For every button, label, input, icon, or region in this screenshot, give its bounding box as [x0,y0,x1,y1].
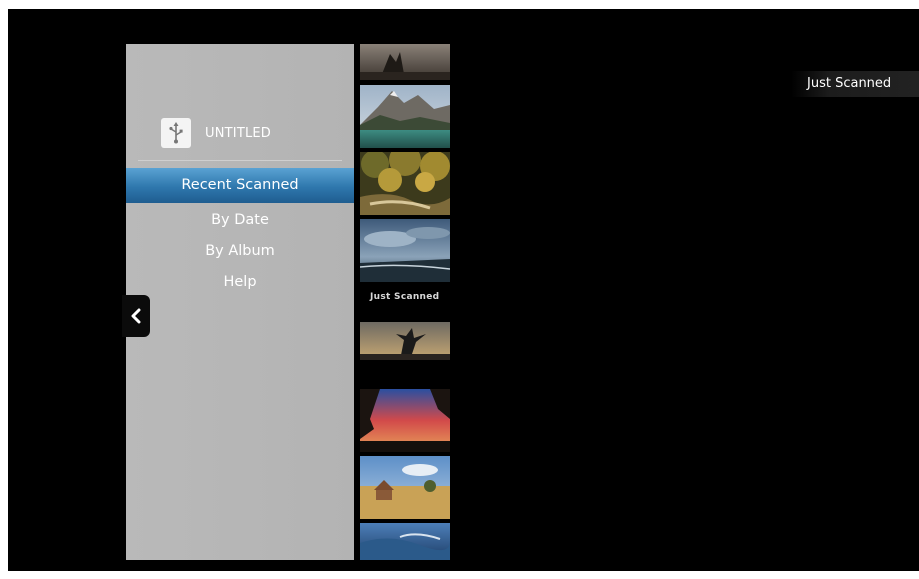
source-sidebar: UNTITLED Recent Scanned By Date By Album… [126,44,354,560]
menu-item-recent-scanned[interactable]: Recent Scanned [126,168,354,203]
photo-thumbnail[interactable] [360,219,450,282]
photo-thumbnail[interactable] [360,152,450,215]
photo-thumbnail[interactable] [360,85,450,148]
media-browser-screen: UNTITLED Recent Scanned By Date By Album… [8,9,919,571]
sidebar-divider [138,160,342,161]
photo-thumbnail[interactable] [360,523,450,560]
photo-thumbnail[interactable] [360,44,450,80]
chevron-left-icon [131,308,141,324]
photo-thumbnail[interactable] [360,322,450,360]
current-view-label: Just Scanned [791,71,919,97]
source-header[interactable]: UNTITLED [161,118,271,148]
menu-item-help[interactable]: Help [126,267,354,298]
menu-item-by-album[interactable]: By Album [126,236,354,267]
strip-group-label: Just Scanned [370,292,440,302]
sidebar-menu: Recent Scanned By Date By Album Help [126,168,354,298]
source-name: UNTITLED [205,125,272,141]
photo-thumbnail[interactable] [360,389,450,452]
usb-icon [161,118,191,148]
menu-item-by-date[interactable]: By Date [126,205,354,236]
photo-thumbnail[interactable] [360,456,450,519]
collapse-sidebar-button[interactable] [122,295,150,337]
